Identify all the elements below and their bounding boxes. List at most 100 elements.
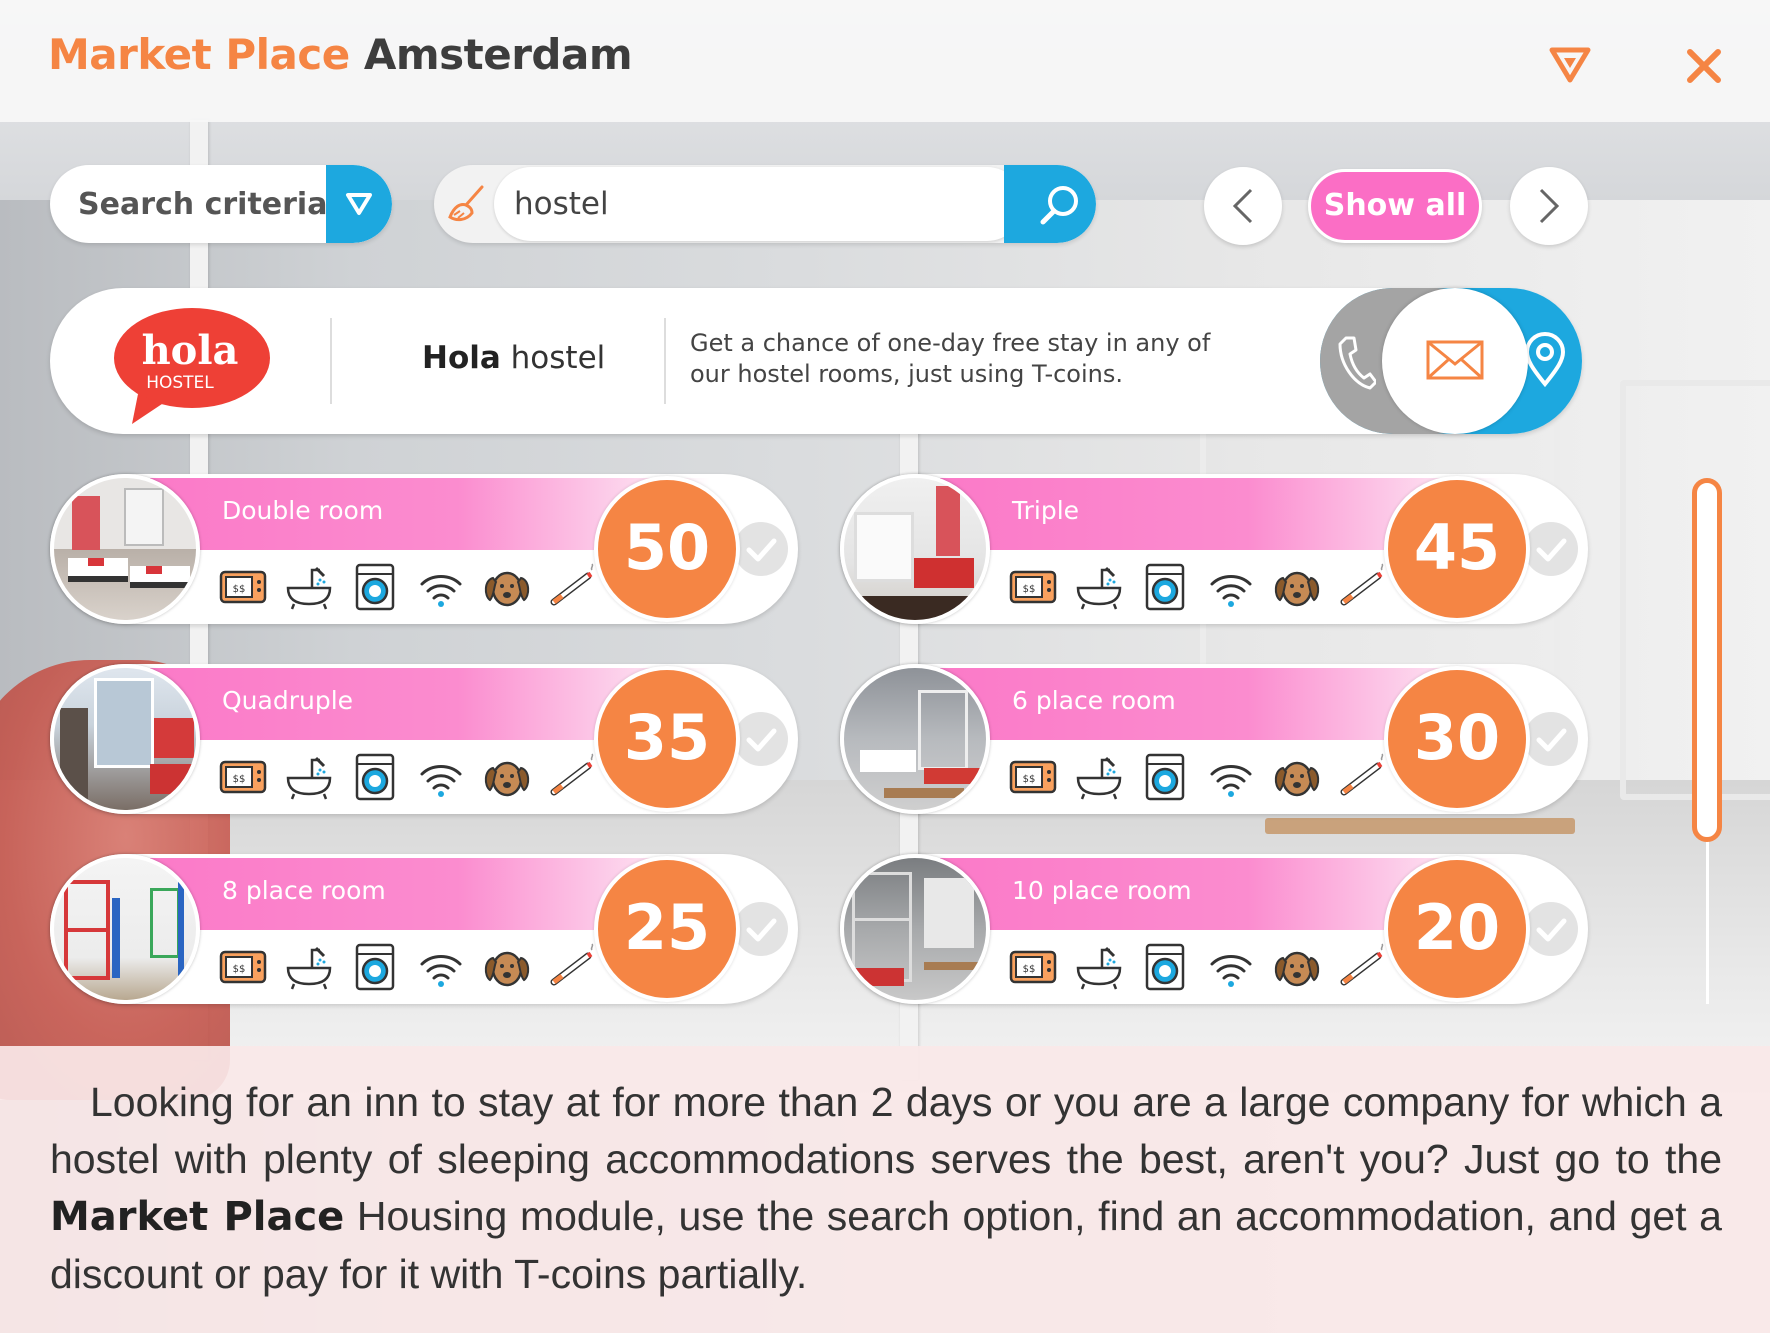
checkmark-icon <box>746 916 778 944</box>
checkmark-icon <box>1536 536 1568 564</box>
amenities-list <box>218 562 598 612</box>
select-room-checkbox[interactable] <box>1524 902 1578 956</box>
hostel-name: Hola hostel <box>422 340 605 376</box>
room-photo <box>840 474 990 624</box>
chevron-down-icon <box>346 193 372 215</box>
search-icon <box>1040 186 1078 225</box>
previous-button[interactable] <box>1204 167 1282 245</box>
amenities-list <box>218 752 598 802</box>
search-button[interactable] <box>1004 165 1096 243</box>
close-x-icon[interactable] <box>1682 44 1726 88</box>
room-card-8-place[interactable]: 8 place room 25 <box>50 854 798 1004</box>
svg-text:hola: hola <box>142 327 239 374</box>
next-button[interactable] <box>1510 167 1588 245</box>
chevron-left-icon <box>1232 188 1253 224</box>
show-all-button[interactable]: Show all <box>1308 169 1482 243</box>
select-room-checkbox[interactable] <box>734 522 788 576</box>
dog-icon <box>484 951 530 987</box>
mail-icon <box>1426 340 1484 380</box>
select-room-checkbox[interactable] <box>1524 712 1578 766</box>
bath-shower-icon <box>286 566 332 611</box>
washing-machine-icon <box>355 563 395 611</box>
room-name: Triple <box>1012 496 1080 525</box>
bg-table <box>1265 818 1575 834</box>
room-card-double[interactable]: Double room 50 <box>50 474 798 624</box>
phone-icon <box>1338 336 1376 390</box>
washing-machine-icon <box>1145 943 1185 991</box>
amenities-list <box>1008 942 1388 992</box>
broom-clear-icon[interactable] <box>444 181 490 227</box>
wifi-icon <box>420 955 462 989</box>
microwave-icon <box>1009 950 1057 984</box>
cigarette-icon <box>1338 562 1388 612</box>
search-input-wrap <box>494 167 1024 241</box>
microwave-icon <box>219 570 267 604</box>
dog-icon <box>1274 761 1320 797</box>
contact-buttons <box>1320 288 1582 434</box>
room-photo <box>840 664 990 814</box>
mail-button[interactable] <box>1382 288 1528 434</box>
select-room-checkbox[interactable] <box>1524 522 1578 576</box>
select-room-checkbox[interactable] <box>734 902 788 956</box>
search-criteria-dropdown[interactable]: Search criteria <box>50 165 392 243</box>
chevron-right-icon <box>1539 188 1560 224</box>
search-criteria-label: Search criteria <box>78 187 328 222</box>
room-price: 20 <box>1384 856 1530 1002</box>
cigarette-icon <box>548 942 598 992</box>
search-bar <box>434 165 1096 243</box>
title-city: Amsterdam <box>363 30 633 79</box>
room-photo <box>50 664 200 814</box>
dog-icon <box>1274 571 1320 607</box>
checkmark-icon <box>1536 916 1568 944</box>
room-price: 50 <box>594 476 740 622</box>
title-brand: Market Place <box>48 30 350 79</box>
washing-machine-icon <box>355 943 395 991</box>
washing-machine-icon <box>1145 753 1185 801</box>
dog-icon <box>484 571 530 607</box>
microwave-icon <box>1009 760 1057 794</box>
room-card-6-place[interactable]: 6 place room 30 <box>840 664 1588 814</box>
select-room-checkbox[interactable] <box>734 712 788 766</box>
svg-text:HOSTEL: HOSTEL <box>146 373 214 393</box>
description-panel: Looking for an inn to stay at for more t… <box>0 1046 1770 1333</box>
cigarette-icon <box>1338 752 1388 802</box>
bath-shower-icon <box>286 946 332 991</box>
description-text: Looking for an inn to stay at for more t… <box>50 1074 1722 1303</box>
description-part-1: Looking for an inn to stay at for more t… <box>50 1079 1722 1182</box>
room-photo <box>840 854 990 1004</box>
microwave-icon <box>219 760 267 794</box>
room-price: 30 <box>1384 666 1530 812</box>
hostel-card[interactable]: hola HOSTEL Hola hostel Get a chance of … <box>50 288 1582 434</box>
room-name: 6 place room <box>1012 686 1176 715</box>
room-name: 10 place room <box>1012 876 1192 905</box>
washing-machine-icon <box>1145 563 1185 611</box>
wifi-icon <box>1210 765 1252 799</box>
room-card-quadruple[interactable]: Quadruple 35 <box>50 664 798 814</box>
bath-shower-icon <box>286 756 332 801</box>
scrollbar-thumb[interactable] <box>1692 478 1722 842</box>
room-price: 35 <box>594 666 740 812</box>
microwave-icon <box>219 950 267 984</box>
amenities-list <box>218 942 598 992</box>
washing-machine-icon <box>355 753 395 801</box>
room-card-triple[interactable]: Triple 45 <box>840 474 1588 624</box>
bath-shower-icon <box>1076 756 1122 801</box>
page-title: Market Place Amsterdam <box>48 30 633 79</box>
wifi-icon <box>420 575 462 609</box>
room-photo <box>50 854 200 1004</box>
checkmark-icon <box>1536 726 1568 754</box>
checkmark-icon <box>746 536 778 564</box>
cigarette-icon <box>548 562 598 612</box>
divider <box>330 318 332 404</box>
room-card-10-place[interactable]: 10 place room 20 <box>840 854 1588 1004</box>
room-photo <box>50 474 200 624</box>
header-bar: Market Place Amsterdam <box>0 0 1770 122</box>
amenities-list <box>1008 752 1388 802</box>
filter-triangle-icon[interactable] <box>1548 44 1592 84</box>
hola-hostel-logo: hola HOSTEL <box>114 308 270 424</box>
amenities-list <box>1008 562 1388 612</box>
cigarette-icon <box>548 752 598 802</box>
room-name: Double room <box>222 496 384 525</box>
dog-icon <box>484 761 530 797</box>
search-input[interactable] <box>514 167 994 241</box>
